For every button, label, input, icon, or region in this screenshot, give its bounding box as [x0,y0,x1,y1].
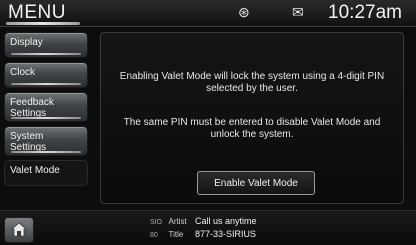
sidebar-item-label: Valet Mode [10,165,60,176]
valet-mode-panel: Enabling Valet Mode will lock the system… [100,32,404,204]
sidebar-item-clock[interactable]: Clock [4,62,88,88]
artist-value: Call us anytime [195,216,257,226]
item-highlight-bar [11,117,81,119]
enable-valet-mode-button[interactable]: Enable Valet Mode [197,171,315,195]
status-bar: MENU ⊛ ✉ 10:27am [0,0,416,27]
sidebar-item-system-settings[interactable]: System Settings [4,126,88,156]
sidebar-item-valet-mode[interactable]: Valet Mode [4,160,88,186]
menu-title-underline [6,22,80,25]
sync-screen: MENU ⊛ ✉ 10:27am Display Clock Feedback … [0,0,416,245]
message-icon: ✉ [292,4,304,20]
sidebar-item-label: Clock [10,67,36,78]
sidebar-menu: Display Clock Feedback Settings System S… [0,28,94,188]
item-highlight-bar [11,83,81,85]
menu-title: MENU [8,2,66,23]
signal-icon: ⊛ [238,4,250,20]
sidebar-item-label: Display [10,37,43,48]
valet-description: Enabling Valet Mode will lock the system… [119,71,385,94]
now-playing-artist: SIO Artist Call us anytime [150,216,257,228]
now-playing-title: 80 Title 877-33-SIRIUS [150,229,256,241]
info-key: 80 [150,232,158,239]
sidebar-item-label: System Settings [10,131,47,153]
sidebar-item-feedback-settings[interactable]: Feedback Settings [4,92,88,122]
info-label: Title [168,230,184,239]
title-value: 877-33-SIRIUS [195,229,257,239]
clock: 10:27am [328,2,402,23]
info-label: Artist [168,217,187,226]
item-highlight-bar [11,53,81,55]
home-icon [11,222,27,237]
home-button[interactable] [4,217,34,243]
bottom-bar: SIO Artist Call us anytime 80 Title 877-… [0,210,416,245]
sidebar-item-display[interactable]: Display [4,32,88,58]
info-key: SIO [150,219,163,226]
valet-pin-note: The same PIN must be entered to disable … [123,117,381,140]
sidebar-item-label: Feedback Settings [10,97,54,119]
item-highlight-bar [11,151,81,153]
